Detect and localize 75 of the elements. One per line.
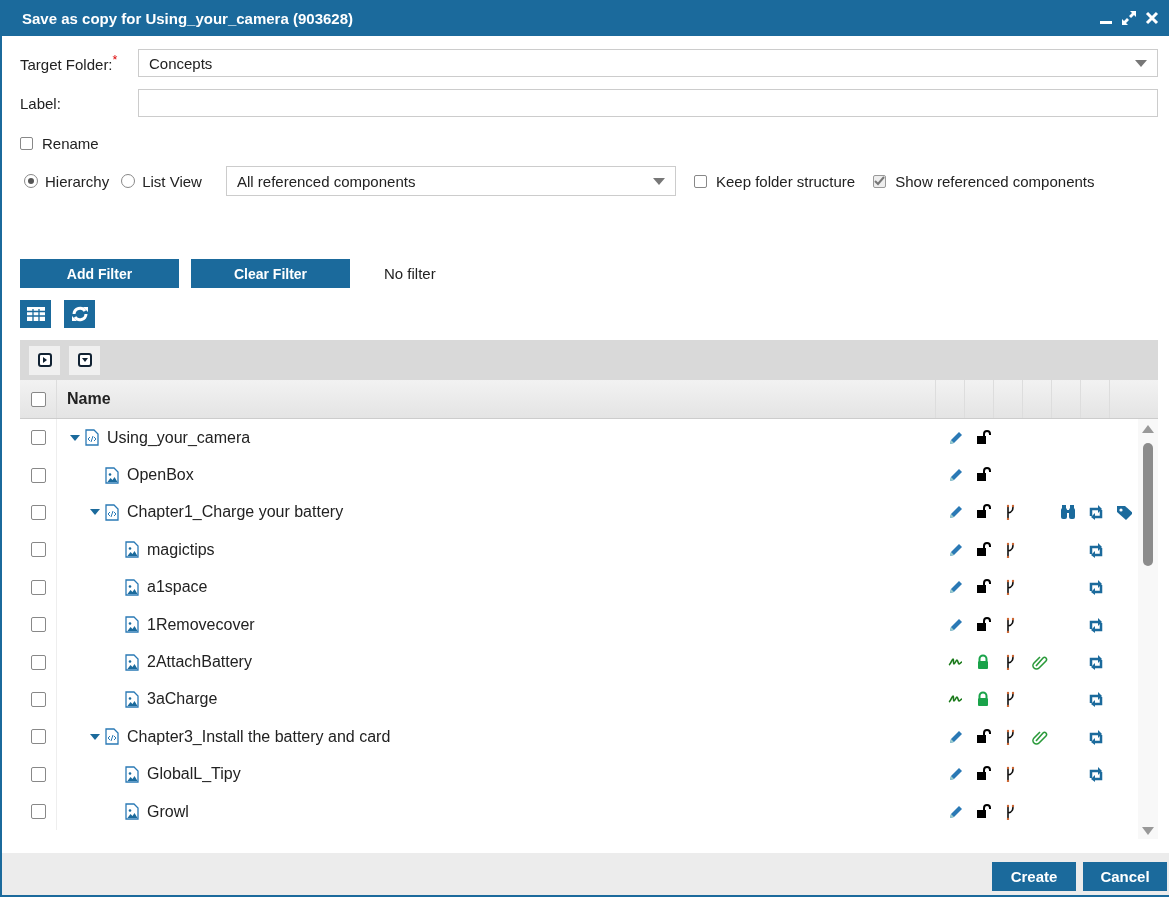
close-icon[interactable] <box>1145 11 1159 25</box>
code-file-icon <box>105 728 119 746</box>
checkbox-label: Show referenced components <box>895 172 1095 190</box>
item-name[interactable]: magictips <box>147 540 215 559</box>
expanded-arrow-icon[interactable] <box>90 509 100 516</box>
radio-button[interactable] <box>121 174 136 188</box>
code-file-icon <box>85 429 99 447</box>
rename-checkbox[interactable] <box>20 137 33 150</box>
image-file-icon <box>125 541 139 559</box>
row-checkbox[interactable] <box>30 654 46 670</box>
maximize-icon[interactable] <box>1121 10 1137 26</box>
checkbox-label: Keep folder structure <box>715 172 856 190</box>
item-name[interactable]: Chapter3_Install the battery and card <box>127 727 391 746</box>
option-checkbox[interactable] <box>693 174 707 188</box>
row-checkbox[interactable] <box>30 542 46 558</box>
folder-dropdown[interactable]: Concepts <box>138 49 1158 77</box>
code-file-icon <box>105 503 119 521</box>
scroll-up-icon[interactable] <box>1142 425 1154 433</box>
image-file-icon <box>125 653 139 671</box>
radio-button[interactable] <box>24 174 38 188</box>
image-file-icon <box>125 803 139 821</box>
field-label: Label: <box>20 94 62 112</box>
select-all-checkbox[interactable] <box>30 391 46 407</box>
refresh-button[interactable] <box>64 300 95 328</box>
collapse-all-button[interactable] <box>69 345 100 375</box>
checkbox-label: Rename <box>42 135 99 152</box>
row-checkbox[interactable] <box>30 467 46 483</box>
field-label: Target Folder:$^{*}$ <box>20 53 119 73</box>
row-checkbox[interactable] <box>30 430 46 446</box>
image-file-icon <box>125 690 139 708</box>
column-header: Name <box>66 389 112 409</box>
image-file-icon <box>105 466 119 484</box>
row-checkbox[interactable] <box>30 766 46 782</box>
window-title: Save as copy for Using_your_camera (903628) <box>22 9 354 27</box>
option-checkbox[interactable] <box>873 174 887 188</box>
table-view-button[interactable] <box>20 300 51 328</box>
row-checkbox[interactable] <box>30 804 46 820</box>
row-checkbox[interactable] <box>30 504 46 520</box>
row-checkbox[interactable] <box>30 617 46 633</box>
scrollbar[interactable] <box>1138 419 1158 839</box>
footer-button[interactable]: Create <box>992 862 1076 891</box>
caret-icon <box>652 177 665 185</box>
grid-icon <box>26 307 45 321</box>
image-file-icon <box>125 578 139 596</box>
item-name[interactable]: 1Removecover <box>147 615 255 634</box>
row-checkbox[interactable] <box>30 729 46 745</box>
caret-square-icon <box>77 353 92 367</box>
row-checkbox[interactable] <box>30 579 46 595</box>
item-name[interactable]: a1space <box>147 578 208 597</box>
components-dropdown[interactable]: All referenced components <box>225 166 676 196</box>
scrollbar-thumb[interactable] <box>1143 443 1153 566</box>
item-name[interactable]: Growl <box>147 802 189 821</box>
play-square-icon <box>37 353 52 367</box>
filter-button[interactable]: Clear Filter <box>191 259 350 288</box>
expand-all-button[interactable] <box>29 345 60 375</box>
expanded-arrow-icon[interactable] <box>70 434 80 441</box>
radio-label: List View <box>142 172 202 190</box>
item-name[interactable]: Using_your_camera <box>107 428 251 447</box>
item-name[interactable]: 2AttachBattery <box>147 653 252 672</box>
footer-button[interactable]: Cancel <box>1083 862 1167 891</box>
filter-status: No filter <box>384 265 436 282</box>
label-input[interactable] <box>138 89 1158 117</box>
item-name[interactable]: 3aCharge <box>147 690 218 709</box>
filter-button[interactable]: Add Filter <box>20 259 179 288</box>
expanded-arrow-icon[interactable] <box>90 733 100 740</box>
item-name[interactable]: GlobalL_Tipy <box>147 765 241 784</box>
image-file-icon <box>125 616 139 634</box>
row-checkbox[interactable] <box>30 691 46 707</box>
caret-icon <box>1135 59 1147 67</box>
radio-label: Hierarchy <box>45 172 110 190</box>
image-file-icon <box>125 765 139 783</box>
item-name[interactable]: OpenBox <box>127 466 194 485</box>
refresh-icon <box>70 305 89 323</box>
item-name[interactable]: Chapter1_Charge your battery <box>127 503 344 522</box>
scroll-down-icon[interactable] <box>1142 827 1154 835</box>
